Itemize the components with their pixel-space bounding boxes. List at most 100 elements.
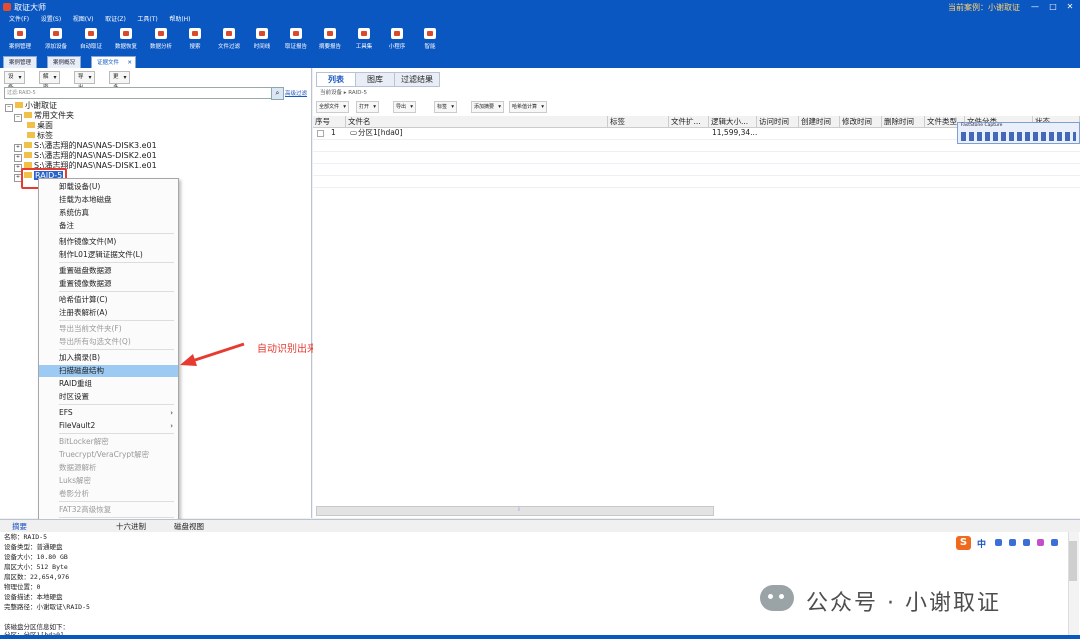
context-menu-item: 导出当前文件夹(F) — [59, 324, 122, 333]
search-button[interactable]: 搜索 — [179, 27, 211, 53]
context-menu-item[interactable]: 扫描磁盘结构 — [39, 365, 178, 377]
context-menu-item[interactable]: 制作镜像文件(M) — [39, 236, 178, 248]
toolset-button[interactable]: 工具集 — [348, 27, 380, 53]
open-dropdown[interactable]: 打开 — [356, 101, 380, 113]
report-icon — [290, 28, 302, 39]
tab-filter-results[interactable]: 过滤结果 — [394, 72, 440, 87]
tree-tags[interactable]: 标签 — [27, 131, 53, 141]
context-menu-item[interactable]: 挂载为本地磁盘 — [39, 194, 178, 206]
smart-button[interactable]: 智能 — [414, 27, 446, 53]
menu-view[interactable]: 视图(V) — [73, 14, 94, 25]
menu-forensics[interactable]: 取证(Z) — [105, 14, 126, 25]
microphone-icon[interactable] — [1009, 539, 1016, 546]
more-dropdown[interactable]: 更多 — [109, 71, 130, 91]
context-menu-item[interactable]: 注册表解析(A) — [39, 307, 178, 319]
scrollbar-thumb[interactable] — [1069, 541, 1077, 581]
forensic-report-button[interactable]: 取证报告 — [280, 27, 312, 53]
timeline-button[interactable]: 时间线 — [246, 27, 278, 53]
ime-toolbar[interactable]: S 中 — [953, 534, 1065, 552]
column-header[interactable]: 序号 — [313, 116, 346, 127]
context-menu-item[interactable]: 时区设置 — [39, 391, 178, 403]
tag-dropdown[interactable]: 标签 — [434, 101, 458, 113]
case-manage-button[interactable]: 案例管理 — [4, 27, 36, 53]
context-menu-item[interactable]: 制作L01逻辑证据文件(L) — [39, 249, 178, 261]
add-summary-dropdown[interactable]: 添加摘要 — [471, 101, 505, 113]
tab-disk-view[interactable]: 磁盘视图 — [168, 521, 210, 532]
summary-report-icon — [324, 28, 336, 39]
menu-help[interactable]: 帮助(H) — [169, 14, 190, 25]
search-icon[interactable]: ⌕ — [271, 87, 284, 100]
auto-forensics-button[interactable]: 自动取证 — [75, 27, 107, 53]
breadcrumb: 当前设备 ▸ RAID-5 — [320, 90, 367, 96]
capture-tools-icon[interactable] — [961, 132, 1076, 141]
column-header[interactable]: 逻辑大小... — [709, 116, 757, 127]
menu-file[interactable]: 文件(F) — [9, 14, 29, 25]
tree-desktop[interactable]: 桌面 — [27, 121, 53, 131]
punctuation-icon[interactable] — [995, 539, 1002, 546]
context-menu-item[interactable]: 备注 — [39, 220, 178, 232]
context-menu-item[interactable]: 哈希值计算(C) — [39, 294, 178, 306]
context-menu-item[interactable]: EFS › — [39, 407, 178, 419]
menu-settings[interactable]: 设置(S) — [41, 14, 62, 25]
menu-tools[interactable]: 工具(T) — [137, 14, 157, 25]
column-header[interactable]: 文件名 — [346, 116, 608, 127]
export-dropdown[interactable]: 导出 — [74, 71, 95, 91]
tree-search-input[interactable]: 过滤:RAID-5 — [4, 87, 273, 99]
context-menu-item: 数据源解析 — [59, 463, 97, 472]
all-files-dropdown[interactable]: 全部文件 — [316, 101, 350, 113]
summary-report-button[interactable]: 摘要报告 — [314, 27, 346, 53]
context-menu-item[interactable]: 卸载设备(U) — [39, 181, 178, 193]
context-menu-item[interactable]: 系统仿真 — [39, 207, 178, 219]
export-dropdown[interactable]: 导出 — [393, 101, 417, 113]
folder-icon — [24, 112, 32, 118]
collapse-icon[interactable]: − — [14, 114, 22, 122]
advanced-filter-link[interactable]: 高级过滤 — [285, 89, 307, 97]
data-recovery-button[interactable]: 数据恢复 — [110, 27, 142, 53]
context-menu-item[interactable]: FileVault2 › — [39, 420, 178, 432]
add-device-icon — [50, 28, 62, 39]
menu-separator — [59, 291, 174, 292]
fastone-capture-toolbar[interactable]: FastStone Capture — [957, 122, 1080, 144]
collapse-icon[interactable]: − — [5, 104, 13, 112]
tab-list[interactable]: 列表 — [316, 72, 356, 87]
row-checkbox[interactable] — [317, 130, 324, 137]
toolbox-icon[interactable] — [1051, 539, 1058, 546]
add-device-button[interactable]: 添加设备 — [40, 27, 72, 53]
context-menu-item[interactable]: 重置镜像数据源 — [39, 278, 178, 290]
context-menu-item[interactable]: 重置磁盘数据源 — [39, 265, 178, 277]
file-filter-button[interactable]: 文件过滤 — [213, 27, 245, 53]
column-header[interactable]: 删除时间 — [882, 116, 925, 127]
grid-line — [313, 151, 1080, 152]
data-analysis-button[interactable]: 数据分析 — [145, 27, 177, 53]
tab-hex[interactable]: 十六进制 — [110, 521, 152, 532]
disk-image-icon — [24, 152, 32, 158]
mini-program-button[interactable]: 小程序 — [381, 27, 413, 53]
summary-line: 设备大小：10.80 GB — [4, 553, 68, 561]
folder-icon — [27, 122, 35, 128]
minimize-icon[interactable]: — — [1028, 1, 1042, 13]
scrollbar-thumb-icon[interactable]: ⁞ — [515, 506, 523, 514]
column-header[interactable]: 标签 — [608, 116, 669, 127]
maximize-icon[interactable]: □ — [1046, 1, 1060, 13]
grid-line — [313, 163, 1080, 164]
device-dropdown[interactable]: 设备 — [4, 71, 25, 91]
column-header[interactable]: 文件扩... — [669, 116, 709, 127]
context-menu-item[interactable]: 加入摘录(B) — [39, 352, 178, 364]
menu-separator — [59, 433, 174, 434]
column-header[interactable]: 访问时间 — [757, 116, 799, 127]
hash-dropdown[interactable]: 哈希值计算 — [509, 101, 548, 113]
column-header[interactable]: 创建时间 — [799, 116, 840, 127]
keyboard-icon[interactable] — [1023, 539, 1030, 546]
decrypt-dropdown[interactable]: 解密 — [39, 71, 60, 91]
menu-bar: 文件(F) 设置(S) 视图(V) 取证(Z) 工具(T) 帮助(H) — [0, 14, 1080, 25]
tab-gallery[interactable]: 图库 — [355, 72, 395, 87]
skin-icon[interactable] — [1037, 539, 1044, 546]
app-title: 取证大师 — [14, 3, 46, 12]
close-icon[interactable]: ✕ — [1063, 1, 1077, 13]
submenu-arrow-icon: › — [170, 409, 173, 417]
context-menu-item[interactable]: RAID重组 — [39, 378, 178, 390]
column-header[interactable]: 修改时间 — [840, 116, 882, 127]
ime-mode-label[interactable]: 中 — [977, 537, 986, 550]
context-menu-item: FAT32高级恢复 — [59, 505, 112, 514]
folder-icon — [15, 102, 23, 108]
